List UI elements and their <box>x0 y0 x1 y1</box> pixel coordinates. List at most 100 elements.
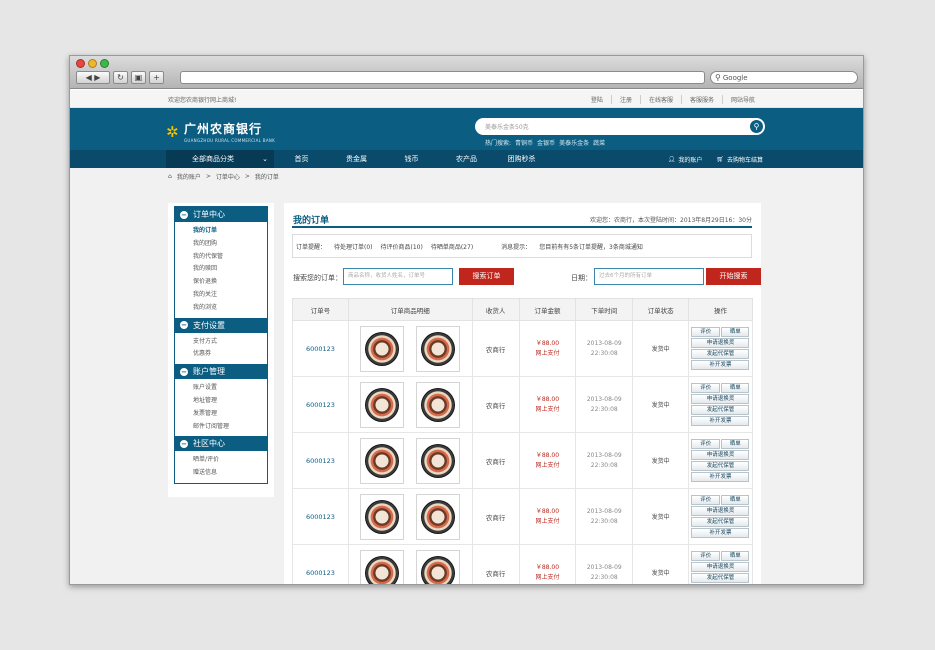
invoice-button[interactable]: 补开发票 <box>691 528 750 538</box>
bank-logo[interactable]: ✲ 广州农商银行 GUANGZHOU RURAL COMMERCIAL BANK <box>166 120 275 143</box>
hot-search-item[interactable]: 青铜币 <box>515 138 533 147</box>
my-account-link[interactable]: 👤︎ 我的账户 <box>668 155 703 164</box>
sidebar-item[interactable]: 我的浏览 <box>193 302 267 315</box>
return-exchange-button[interactable]: 申请退换货 <box>691 562 750 572</box>
review-button[interactable]: 评价 <box>691 495 720 505</box>
site-search-input[interactable]: 美泰乐金条50克 ⚲ <box>475 118 765 135</box>
online-service-link[interactable]: 在线客服 <box>639 95 681 104</box>
cart-link[interactable]: 🛒︎ 去购物车结算 <box>716 155 763 164</box>
share-button[interactable]: 晒单 <box>720 439 750 449</box>
reload-button[interactable]: ↻ <box>113 71 128 84</box>
nav-item-precious-metals[interactable]: 贵金属 <box>329 150 384 168</box>
search-icon: ⚲ <box>753 122 760 131</box>
nav-item-home[interactable]: 首页 <box>274 150 329 168</box>
pending-orders-link[interactable]: 待处理订单(0) <box>334 242 373 251</box>
share-button[interactable]: 晒单 <box>720 383 750 393</box>
product-thumbnail[interactable] <box>416 493 461 540</box>
start-search-button[interactable]: 开始搜索 <box>706 268 761 285</box>
custody-button[interactable]: 发起代保管 <box>691 405 750 415</box>
search-orders-button[interactable]: 搜索订单 <box>459 268 514 285</box>
sidebar-item[interactable]: 地址管理 <box>193 395 267 408</box>
review-button[interactable]: 评价 <box>691 383 720 393</box>
sidebar-item[interactable]: 发票管理 <box>193 408 267 421</box>
hot-search-item[interactable]: 蔬菜 <box>593 138 605 147</box>
custody-button[interactable]: 发起代保管 <box>691 517 750 527</box>
sidebar-item[interactable]: 我的赎回 <box>193 263 267 276</box>
order-number-link[interactable]: 6000123 <box>292 432 349 489</box>
return-exchange-button[interactable]: 申请退换货 <box>691 394 750 404</box>
browser-search-field[interactable]: ⚲ Google <box>710 71 858 84</box>
hot-search-item[interactable]: 美泰乐金条 <box>559 138 589 147</box>
order-search-input[interactable]: 商品名称，收货人姓名，订单号 <box>343 268 453 285</box>
custody-button[interactable]: 发起代保管 <box>691 461 750 471</box>
bookmark-button[interactable]: ▣ <box>131 71 146 84</box>
login-link[interactable]: 登陆 <box>583 95 611 104</box>
sidebar-item[interactable]: 晒单/评价 <box>193 454 267 467</box>
invoice-button[interactable]: 补开发票 <box>691 584 749 585</box>
order-number-link[interactable]: 6000123 <box>292 376 349 433</box>
sidebar-item[interactable]: 保价退换 <box>193 276 267 289</box>
sidebar-item[interactable]: 支付方式 <box>193 336 267 349</box>
custody-button[interactable]: 发起代保管 <box>691 573 750 583</box>
share-button[interactable]: 晒单 <box>720 327 750 337</box>
return-exchange-button[interactable]: 申请退换货 <box>691 506 750 516</box>
to-review-link[interactable]: 待评价商品(10) <box>381 242 423 251</box>
return-exchange-button[interactable]: 申请退换货 <box>691 338 750 348</box>
product-thumbnail[interactable] <box>416 549 461 584</box>
review-button[interactable]: 评价 <box>691 327 720 337</box>
product-thumbnail[interactable] <box>416 381 461 428</box>
sidebar-item[interactable]: 账户设置 <box>193 382 267 395</box>
maximize-window-button[interactable] <box>100 59 109 68</box>
sidebar-section-order-center[interactable]: − 订单中心 <box>175 207 267 222</box>
breadcrumb-item[interactable]: 订单中心 <box>216 172 240 181</box>
register-link[interactable]: 注册 <box>610 95 640 104</box>
review-button[interactable]: 评价 <box>691 551 720 561</box>
message-text[interactable]: 您目前有有5条订单提醒，3条商城通知 <box>539 242 643 251</box>
close-window-button[interactable] <box>76 59 85 68</box>
sidebar-item[interactable]: 我的关注 <box>193 289 267 302</box>
minimize-window-button[interactable] <box>88 59 97 68</box>
sidebar-item[interactable]: 赠送信息 <box>193 467 267 480</box>
nav-item-coins[interactable]: 钱币 <box>384 150 439 168</box>
sidebar-item[interactable]: 优惠券 <box>193 348 267 361</box>
order-number-link[interactable]: 6000123 <box>292 544 349 584</box>
new-tab-button[interactable]: + <box>149 71 164 84</box>
invoice-button[interactable]: 补开发票 <box>691 416 750 426</box>
sidebar-section-account[interactable]: − 账户管理 <box>175 364 267 380</box>
sidebar-item[interactable]: 邮件订阅管理 <box>193 421 267 434</box>
review-button[interactable]: 评价 <box>691 439 720 449</box>
return-exchange-button[interactable]: 申请退换货 <box>691 450 750 460</box>
share-button[interactable]: 晒单 <box>720 495 750 505</box>
back-forward-button[interactable]: ◀ ▶ <box>76 71 110 84</box>
sidebar-item-my-orders[interactable]: 我的订单 <box>193 225 267 238</box>
to-share-link[interactable]: 待晒单商品(27) <box>431 242 473 251</box>
product-thumbnail[interactable] <box>360 437 405 484</box>
order-number-link[interactable]: 6000123 <box>292 488 349 545</box>
product-thumbnail[interactable] <box>416 437 461 484</box>
product-thumbnail[interactable] <box>360 493 405 540</box>
address-bar[interactable] <box>180 71 705 84</box>
site-nav-link[interactable]: 网站导航 <box>721 95 763 104</box>
invoice-button[interactable]: 补开发票 <box>691 472 750 482</box>
home-icon[interactable]: ⌂ <box>168 173 172 180</box>
date-range-input[interactable]: 过去6个月的所有订单 <box>594 268 704 285</box>
order-number-link[interactable]: 6000123 <box>292 320 349 377</box>
sidebar-item[interactable]: 我的团购 <box>193 238 267 251</box>
share-button[interactable]: 晒单 <box>720 551 750 561</box>
invoice-button[interactable]: 补开发票 <box>691 360 750 370</box>
nav-item-agri-products[interactable]: 农产品 <box>439 150 494 168</box>
breadcrumb-item[interactable]: 我的账户 <box>177 172 201 181</box>
sidebar-section-community[interactable]: − 社区中心 <box>175 436 267 452</box>
site-search-button[interactable]: ⚲ <box>750 120 763 133</box>
customer-service-link[interactable]: 客服服务 <box>680 95 722 104</box>
product-thumbnail[interactable] <box>360 549 405 584</box>
nav-item-group-buy[interactable]: 团购秒杀 <box>494 150 549 168</box>
product-thumbnail[interactable] <box>360 381 405 428</box>
sidebar-item[interactable]: 我的代保管 <box>193 251 267 264</box>
all-categories-menu[interactable]: 全部商品分类 ⌄ <box>166 150 274 168</box>
product-thumbnail[interactable] <box>416 325 461 372</box>
custody-button[interactable]: 发起代保管 <box>691 349 750 359</box>
sidebar-section-payment[interactable]: − 支付设置 <box>175 317 267 333</box>
product-thumbnail[interactable] <box>360 325 405 372</box>
hot-search-item[interactable]: 金银币 <box>537 138 555 147</box>
